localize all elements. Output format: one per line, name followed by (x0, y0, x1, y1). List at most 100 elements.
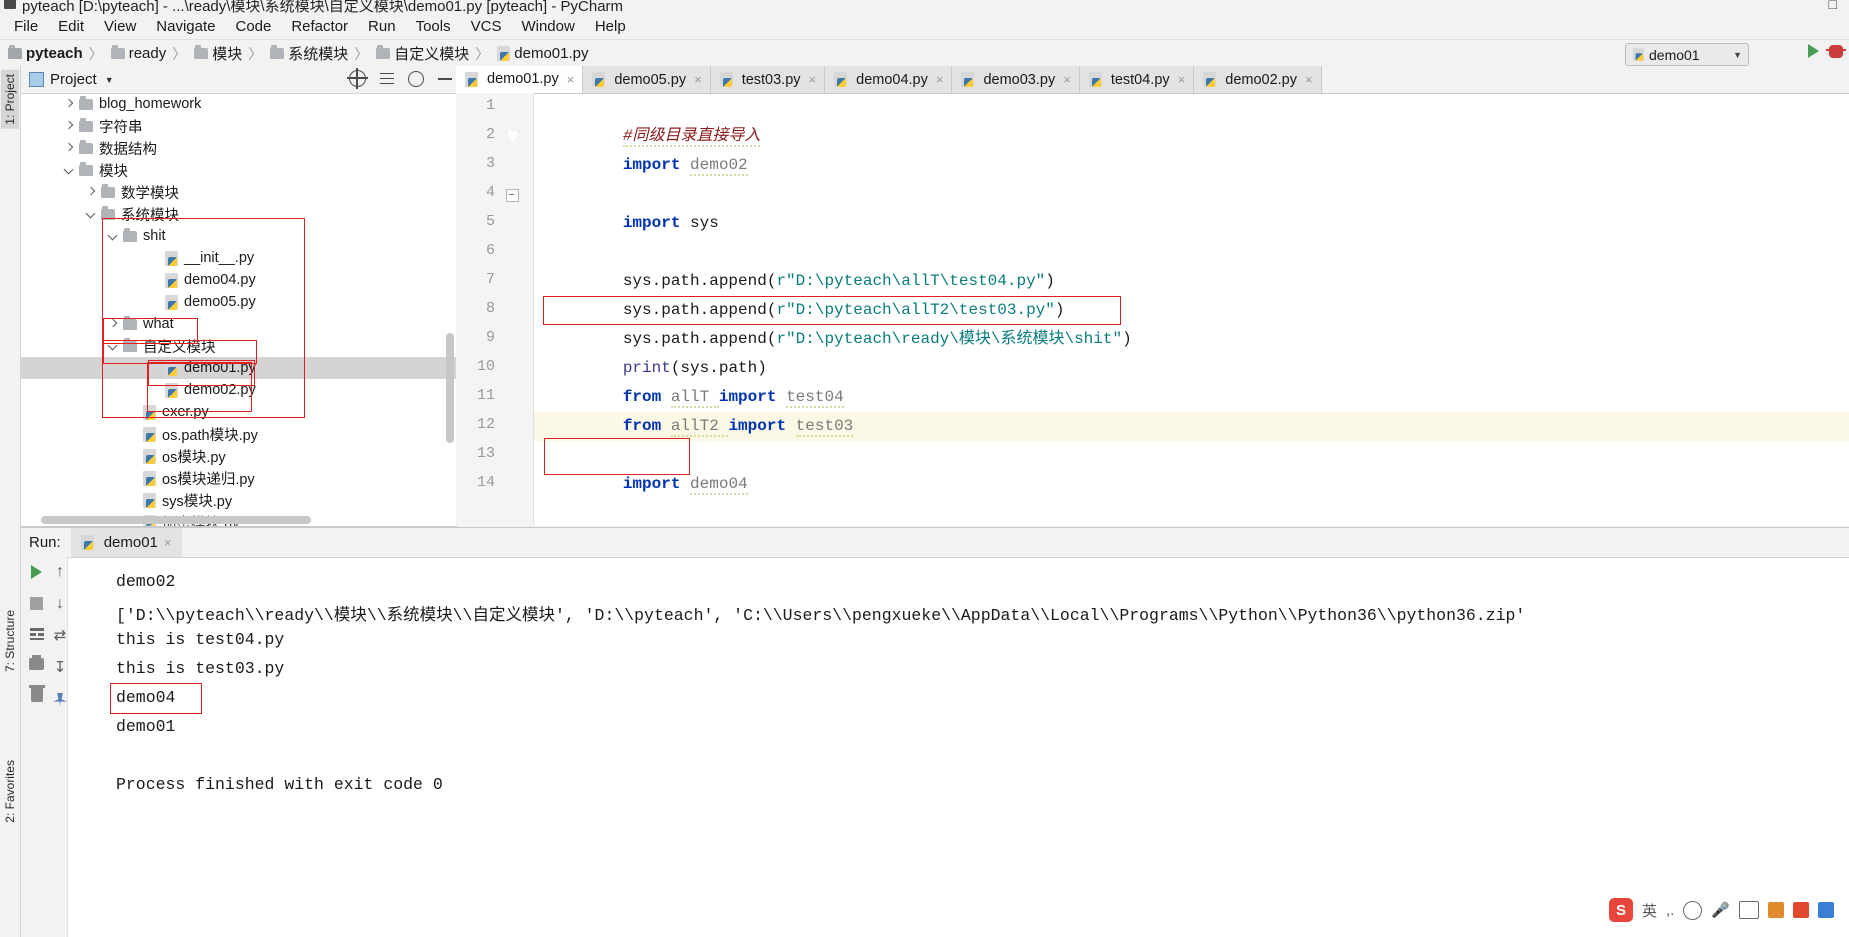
tool-window-button-favorites[interactable]: 2: Favorites (1, 756, 19, 827)
chevron-down-icon[interactable]: ▼ (105, 75, 114, 85)
menu-item-code[interactable]: Code (225, 16, 281, 37)
chevron-right-icon[interactable] (63, 98, 75, 110)
tree-item-data-structures[interactable]: 数据结构 (21, 137, 456, 159)
breadcrumb-item-custom-modules[interactable]: 自定义模块 〉 (376, 43, 495, 64)
editor-gutter[interactable]: 1 2 3 4 5 6 7 8 9 10 11 12 13 14 (456, 93, 534, 526)
breadcrumb-label: ready (128, 45, 167, 62)
window-controls[interactable]: □ (1829, 0, 1843, 12)
tool-window-button-project[interactable]: 1: Project (1, 70, 19, 129)
chevron-right-icon[interactable] (63, 120, 75, 132)
run-configuration-selector[interactable]: demo01 ▼ (1625, 43, 1749, 66)
menu-item-vcs[interactable]: VCS (461, 16, 512, 37)
menu-item-run[interactable]: Run (358, 16, 406, 37)
editor-tab-demo03[interactable]: demo03.py × (952, 66, 1080, 93)
tree-item-demo05-py[interactable]: demo05.py (21, 291, 456, 313)
editor-tab-demo04[interactable]: demo04.py × (825, 66, 953, 93)
close-icon[interactable]: × (1063, 72, 1071, 87)
fold-marker-icon[interactable] (506, 189, 519, 202)
project-horizontal-scrollbar[interactable] (41, 516, 311, 524)
editor-tab-demo05[interactable]: demo05.py × (583, 66, 711, 93)
project-vertical-scrollbar[interactable] (446, 333, 454, 443)
tree-item-os-module-recursive-py[interactable]: os模块递归.py (21, 467, 456, 489)
tree-item-shit[interactable]: shit (21, 225, 456, 247)
menu-item-file[interactable]: File (4, 16, 48, 37)
chevron-right-icon[interactable] (63, 142, 75, 154)
tree-item-demo01-py[interactable]: demo01.py (21, 357, 456, 379)
menu-item-edit[interactable]: Edit (48, 16, 94, 37)
editor-tab-demo01[interactable]: demo01.py × (456, 66, 584, 93)
close-icon[interactable]: × (809, 72, 817, 87)
close-icon[interactable]: × (567, 72, 575, 87)
run-tab-demo01[interactable]: demo01 × (70, 528, 182, 557)
keyboard-icon[interactable] (1739, 901, 1759, 919)
menu-item-tools[interactable]: Tools (406, 16, 461, 37)
breadcrumb-item-demo01[interactable]: demo01.py (497, 45, 589, 62)
menu-item-navigate[interactable]: Navigate (146, 16, 225, 37)
close-icon[interactable]: × (694, 72, 702, 87)
tree-item-os-module-py[interactable]: os模块.py (21, 445, 456, 467)
down-arrow-icon[interactable]: ↓ (56, 596, 64, 612)
tree-item-demo02-py[interactable]: demo02.py (21, 379, 456, 401)
tree-item-math-modules[interactable]: 数学模块 (21, 181, 456, 203)
stop-icon[interactable] (30, 597, 43, 610)
mic-icon[interactable]: 🎤 (1711, 901, 1730, 919)
close-icon[interactable]: × (936, 72, 944, 87)
editor-tab-test04[interactable]: test04.py × (1079, 66, 1195, 93)
tree-item-init-py[interactable]: __init__.py (21, 247, 456, 269)
tree-item-system-modules[interactable]: 系统模块 (21, 203, 456, 225)
breadcrumb-item-ready[interactable]: ready 〉 (110, 44, 193, 64)
tree-item-what[interactable]: what (21, 313, 456, 335)
menu-item-help[interactable]: Help (585, 16, 636, 37)
breadcrumb-item-system-modules[interactable]: 系统模块 〉 (270, 43, 374, 64)
close-icon[interactable]: × (164, 535, 172, 550)
editor-tab-test03[interactable]: test03.py × (710, 66, 826, 93)
tree-item-strings[interactable]: 字符串 (21, 115, 456, 137)
apps-icon[interactable] (1818, 902, 1834, 918)
soft-wrap-icon[interactable]: ⇄ (54, 628, 67, 643)
screenshot-icon[interactable] (1768, 902, 1784, 918)
punctuation-icon[interactable]: ,. (1666, 902, 1674, 919)
breadcrumb-item-pyteach[interactable]: pyteach 〉 (8, 44, 109, 64)
chevron-down-icon[interactable] (85, 208, 97, 220)
tool-window-button-structure[interactable]: 7: Structure (1, 606, 19, 676)
tree-item-ospath-module-py[interactable]: os.path模块.py (21, 423, 456, 445)
clear-all-icon[interactable] (28, 685, 45, 702)
close-icon[interactable]: × (1178, 72, 1186, 87)
chevron-down-icon[interactable] (107, 230, 119, 242)
print-icon[interactable] (29, 655, 44, 670)
rerun-icon[interactable] (31, 565, 42, 579)
tree-item-blog-homework[interactable]: blog_homework (21, 93, 456, 115)
ime-mode-label[interactable]: 英 (1642, 900, 1657, 921)
tree-item-exer-py[interactable]: exer.py (21, 401, 456, 423)
tree-item-sys-module-py[interactable]: sys模块.py (21, 489, 456, 511)
tree-item-custom-modules[interactable]: 自定义模块 (21, 335, 456, 357)
run-icon[interactable] (1808, 44, 1819, 58)
tree-item-modules[interactable]: 模块 (21, 159, 456, 181)
tree-item-demo04-py[interactable]: demo04.py (21, 269, 456, 291)
hide-panel-icon[interactable] (438, 77, 452, 80)
debug-icon[interactable] (1826, 44, 1846, 58)
chevron-down-icon[interactable] (63, 164, 75, 176)
scroll-to-end-icon[interactable]: ↧ (54, 660, 67, 675)
close-icon[interactable]: × (1305, 72, 1313, 87)
chevron-right-icon[interactable] (85, 186, 97, 198)
gear-icon[interactable] (408, 70, 424, 87)
up-arrow-icon[interactable]: ↑ (56, 564, 64, 580)
menu-item-refactor[interactable]: Refactor (281, 16, 358, 37)
toolbox-icon[interactable] (1793, 902, 1809, 918)
locate-file-icon[interactable] (347, 68, 368, 89)
breadcrumb-item-modules[interactable]: 模块 〉 (194, 43, 268, 64)
chevron-right-icon[interactable] (107, 318, 119, 330)
print-grid-icon[interactable] (29, 628, 44, 640)
menu-item-window[interactable]: Window (511, 16, 584, 37)
collapse-all-icon[interactable] (380, 72, 394, 86)
code-editor[interactable]: #同级目录直接导入 import demo02 import sys sys.p… (534, 93, 1849, 526)
fold-marker-icon[interactable] (506, 131, 519, 143)
pin-icon[interactable] (53, 693, 67, 707)
menu-item-view[interactable]: View (94, 16, 146, 37)
chevron-down-icon[interactable] (107, 340, 119, 352)
console-output[interactable]: demo02 ['D:\\pyteach\\ready\\模块\\系统模块\\自… (68, 558, 1849, 937)
editor-tab-demo02[interactable]: demo02.py × (1194, 66, 1322, 93)
sogou-logo-icon[interactable]: S (1608, 898, 1633, 922)
emoji-icon[interactable] (1683, 900, 1703, 920)
